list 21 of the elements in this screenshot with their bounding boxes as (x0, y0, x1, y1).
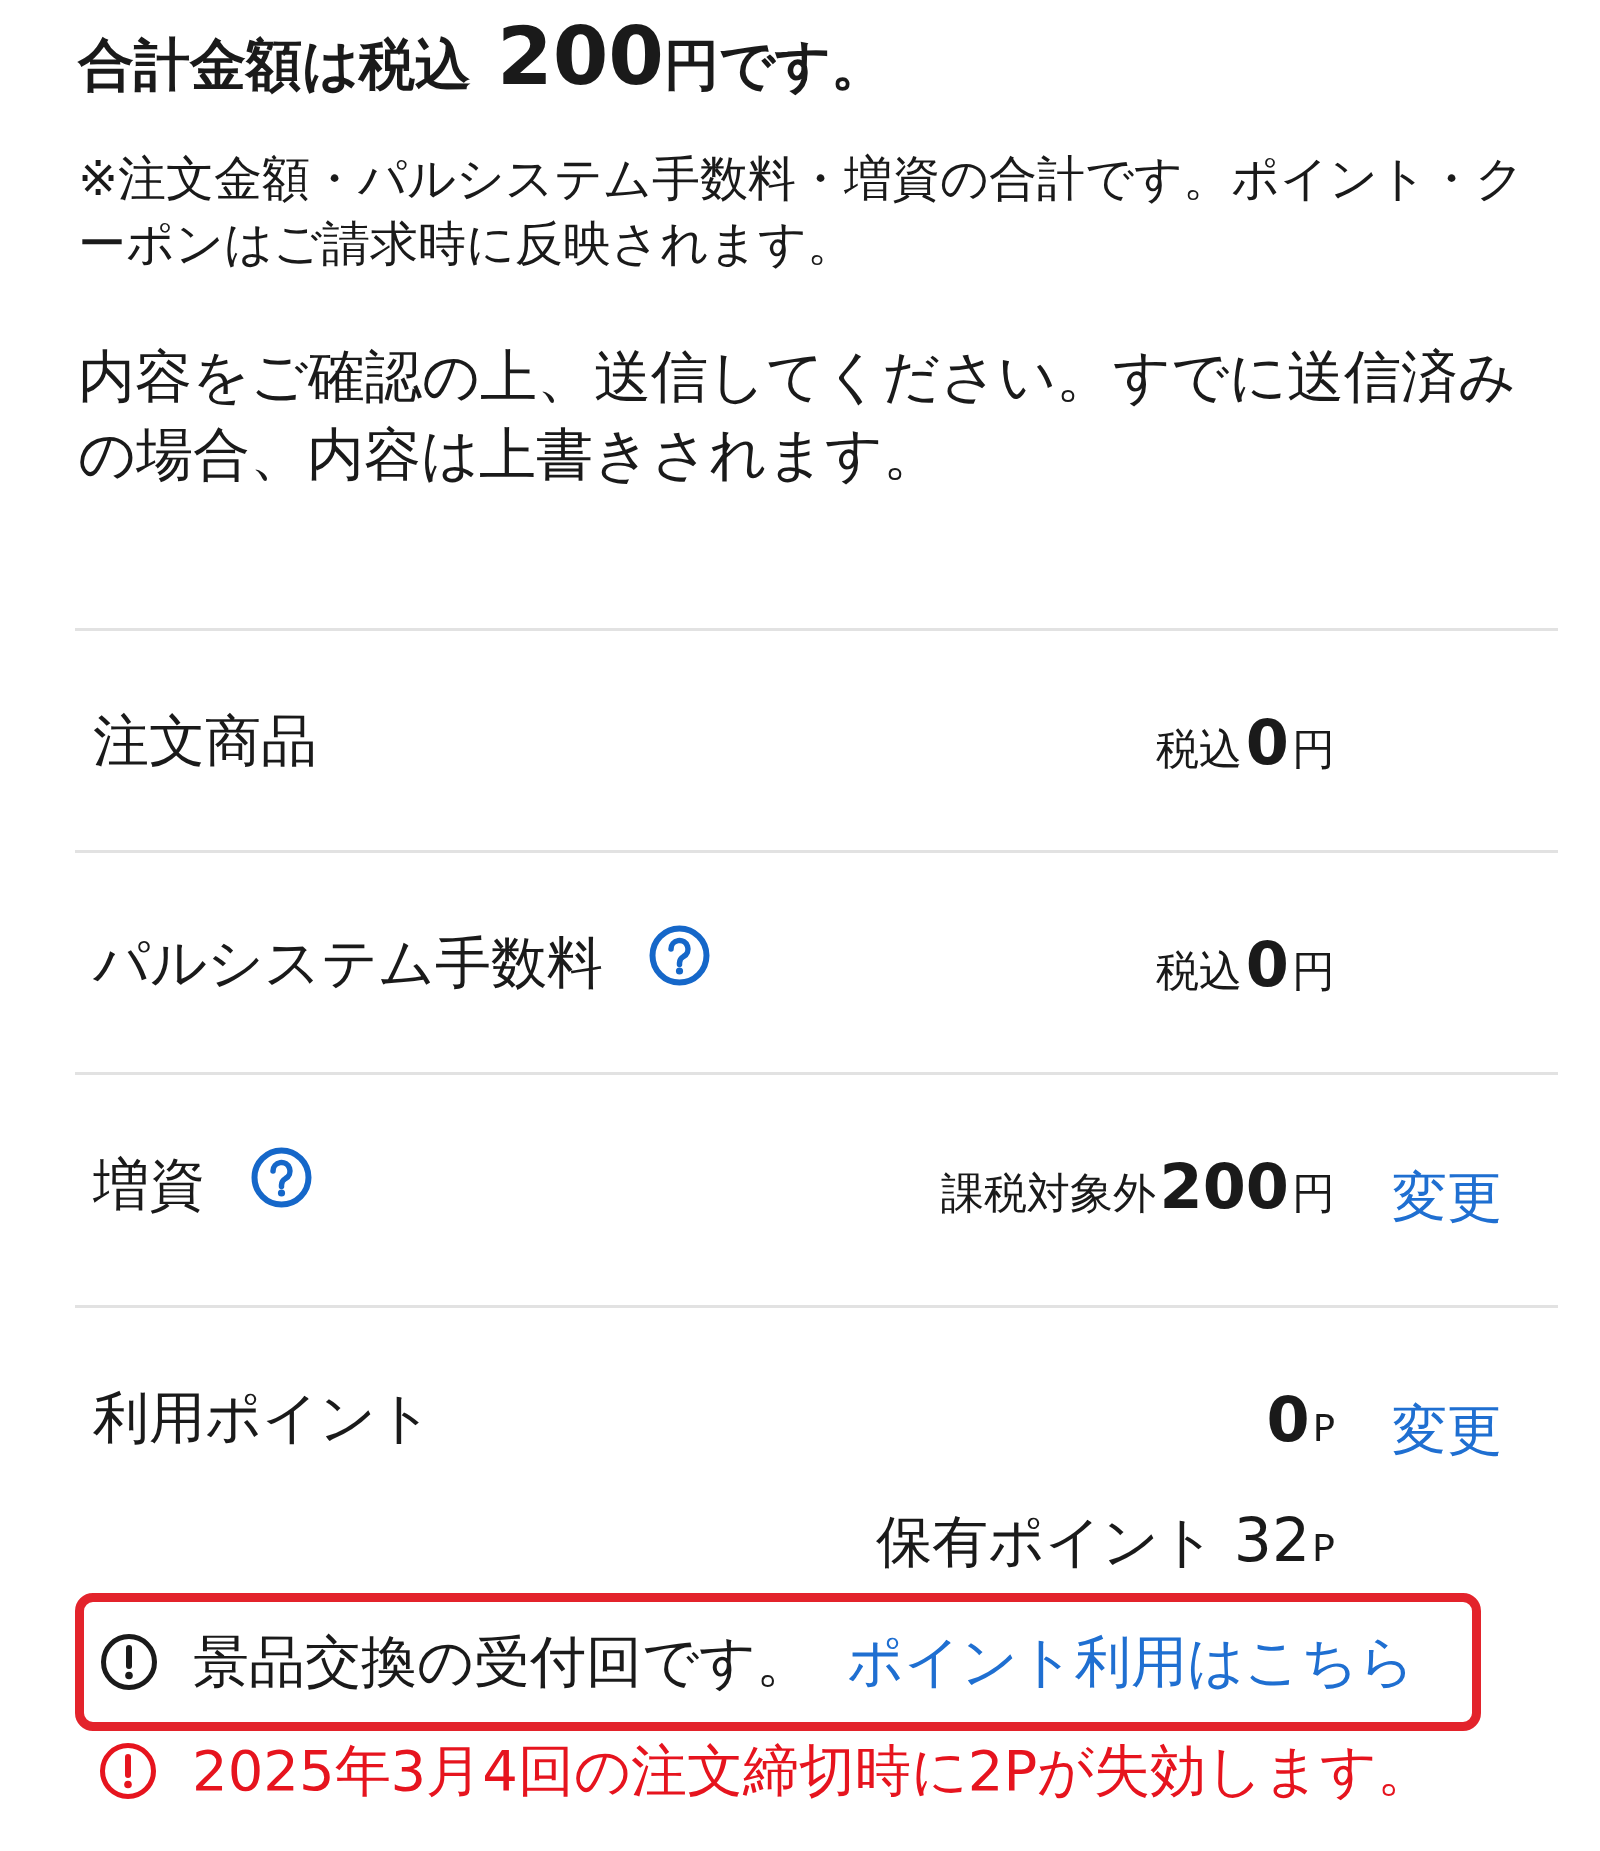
row-label: 利用ポイント (93, 1384, 433, 1452)
warning-text: 2025年3月4回の注文締切時に2Pが失効します。 (192, 1737, 1434, 1805)
alert-icon (99, 1742, 157, 1800)
held-points: 保有ポイント 32 P (875, 1504, 1335, 1577)
notice-text: 景品交換の受付回です。 (193, 1628, 812, 1696)
instruction-text: 内容をご確認の上、送信してください。すでに送信済みの場合、内容は上書きされます。 (77, 342, 1517, 489)
help-icon[interactable] (251, 1147, 312, 1208)
total-heading: 合計金額は税込 200円です。 (76, 17, 886, 105)
price-value: 0 P (1265, 1386, 1335, 1458)
row-label: 増資 (93, 1151, 205, 1219)
note-text: ※注文金額・パルシステム手数料・増資の合計です。ポイント・クーポンはご請求時に反映されます。 (77, 149, 1526, 273)
change-link[interactable]: 変更 (1392, 1150, 1502, 1244)
point-usage-link[interactable]: ポイント利用はこちら (847, 1622, 1415, 1702)
change-link[interactable]: 変更 (1392, 1383, 1502, 1477)
row-label: パルシステム手数料 (93, 929, 603, 997)
price-value: 税込 0 円 (1155, 931, 1335, 1003)
price-value: 税込 0 円 (1155, 709, 1335, 781)
alert-icon (100, 1633, 158, 1691)
row-label: 注文商品 (93, 707, 317, 775)
price-value: 課税対象外 200 円 (940, 1153, 1335, 1225)
help-icon[interactable] (649, 925, 710, 986)
